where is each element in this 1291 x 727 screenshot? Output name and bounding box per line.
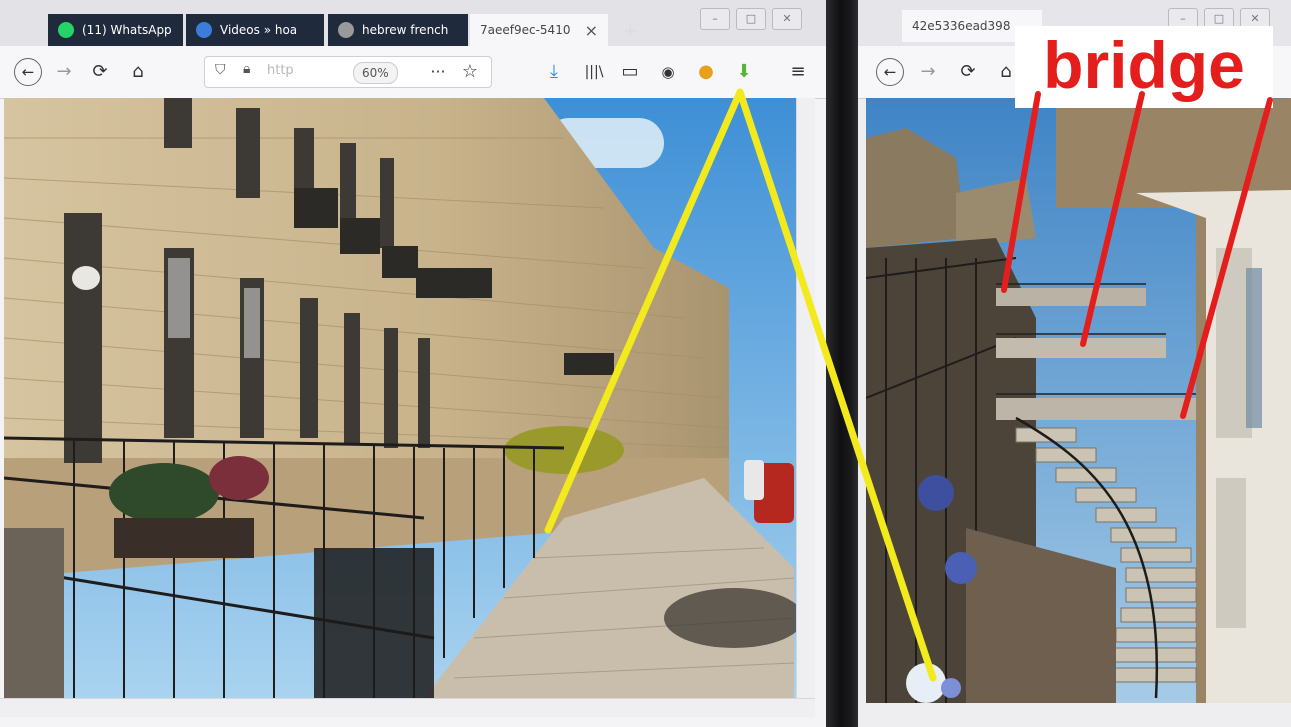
horizontal-scrollbar[interactable] xyxy=(0,698,815,717)
tab-label: Videos » hoa xyxy=(220,23,298,37)
stairs-photo xyxy=(866,98,1291,703)
tab-active-image[interactable]: 7aeef9ec-5410 × xyxy=(470,14,608,46)
close-window-button[interactable]: ✕ xyxy=(772,8,802,30)
library-icon[interactable]: |||\ xyxy=(580,58,608,86)
monitor-bezel xyxy=(826,0,862,727)
account-icon[interactable]: ◉ xyxy=(654,58,682,86)
street-photo xyxy=(4,98,796,698)
maximize-button[interactable]: □ xyxy=(736,8,766,30)
bridge-annotation-label: bridge xyxy=(1043,28,1245,102)
extension-icon[interactable]: ● xyxy=(692,58,720,86)
tab-label: (11) WhatsApp xyxy=(82,23,172,37)
back-icon[interactable]: ← xyxy=(876,58,904,86)
new-tab-button[interactable]: + xyxy=(622,18,639,42)
tab-hebrew-french[interactable]: hebrew french xyxy=(328,14,468,46)
sidebar-icon[interactable]: ▭ xyxy=(616,58,644,86)
shield-icon: ⛉ xyxy=(215,62,226,78)
reload-icon[interactable]: ⟳ xyxy=(86,58,114,86)
generic-site-icon xyxy=(338,22,354,38)
download-icon[interactable]: ⤓ xyxy=(540,58,568,86)
close-icon[interactable]: × xyxy=(585,21,598,40)
url-text: http xyxy=(267,63,294,78)
home-icon[interactable]: ⌂ xyxy=(124,58,152,86)
tab-label: hebrew french xyxy=(362,23,449,37)
tab-label: 7aeef9ec-5410 xyxy=(480,23,571,37)
generic-site-icon xyxy=(196,22,212,38)
forward-icon[interactable]: → xyxy=(50,58,78,86)
whatsapp-icon xyxy=(58,22,74,38)
lock-icon: 🔒︎ xyxy=(243,61,251,77)
minimize-button[interactable]: – xyxy=(700,8,730,30)
tab-videos[interactable]: Videos » hoa xyxy=(186,14,324,46)
menu-icon[interactable]: ≡ xyxy=(784,58,812,86)
bridge-annotation-box: bridge xyxy=(1015,26,1273,108)
zoom-level[interactable]: 60% xyxy=(353,62,398,84)
right-browser-window: 42e5336ead398 – □ ✕ ← → ⟳ ⌂ xyxy=(858,0,1291,727)
bookmark-star-icon[interactable]: ☆ xyxy=(456,58,484,86)
download-helper-icon[interactable]: ⬇ xyxy=(730,58,758,86)
tab-label: 42e5336ead398 xyxy=(912,19,1011,33)
tab-whatsapp[interactable]: (11) WhatsApp xyxy=(48,14,183,46)
window-controls: – □ ✕ xyxy=(700,8,802,30)
tab-strip: (11) WhatsApp Videos » hoa hebrew french… xyxy=(0,0,830,46)
left-browser-window: (11) WhatsApp Videos » hoa hebrew french… xyxy=(0,0,830,727)
page-actions-button[interactable]: ··· xyxy=(424,58,452,86)
back-icon[interactable]: ← xyxy=(14,58,42,86)
navigation-bar: ← → ⟳ ⌂ ⛉ 🔒︎ http 60% ··· ☆ ⤓ |||\ ▭ ◉ ●… xyxy=(0,46,830,99)
vertical-scrollbar[interactable] xyxy=(796,98,815,698)
forward-icon[interactable]: → xyxy=(914,58,942,86)
reload-icon[interactable]: ⟳ xyxy=(954,58,982,86)
